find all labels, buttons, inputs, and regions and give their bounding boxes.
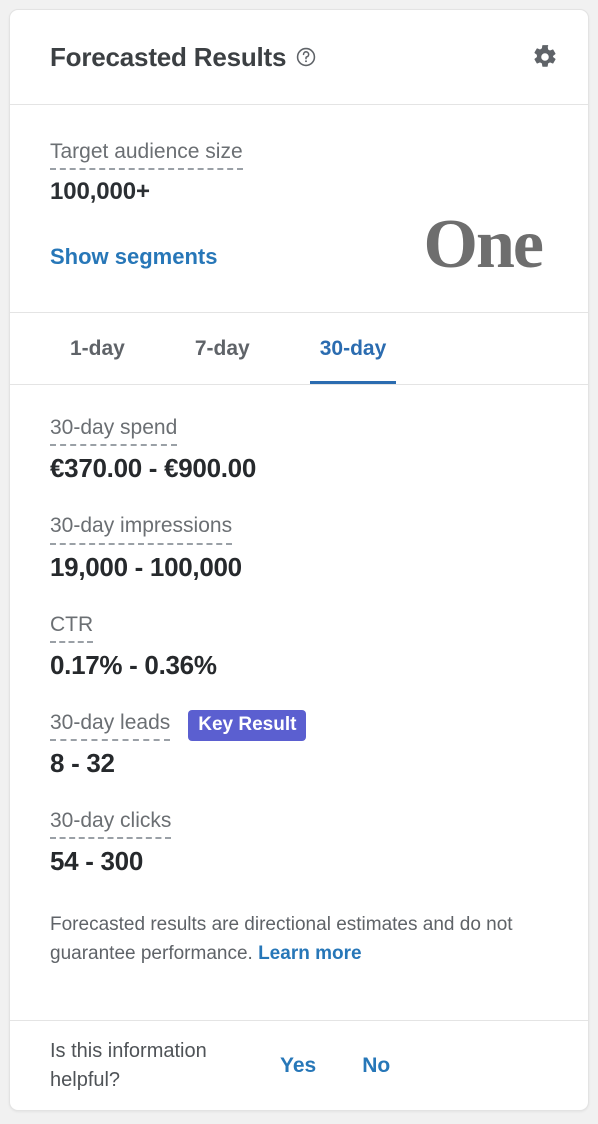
- header-title-group: Forecasted Results: [50, 42, 532, 73]
- metric-value-clicks: 54 - 300: [50, 846, 144, 877]
- metric-label-clicks[interactable]: 30-day clicks: [50, 808, 172, 840]
- metric-value-leads: 8 - 32: [50, 748, 115, 778]
- metric-label-impressions[interactable]: 30-day impressions: [50, 513, 233, 545]
- brand-logo: One: [423, 206, 544, 283]
- help-circle-icon[interactable]: [295, 46, 317, 68]
- metric-row-ctr: CTR 0.17% - 0.36%: [50, 612, 548, 681]
- metric-head: 30-day clicks: [50, 808, 548, 840]
- forecast-range-tabs: 1-day 7-day 30-day: [10, 313, 588, 385]
- metric-label-spend[interactable]: 30-day spend: [50, 415, 178, 447]
- disclaimer-text-block: Forecasted results are directional estim…: [10, 877, 588, 969]
- tab-30-day[interactable]: 30-day: [309, 313, 397, 384]
- audience-section: Target audience size 100,000+ Show segme…: [10, 105, 588, 313]
- tab-1-day[interactable]: 1-day: [60, 313, 135, 384]
- metric-row-clicks: 30-day clicks 54 - 300: [50, 808, 548, 877]
- metric-row-leads: 30-day leads Key Result 8 - 32: [50, 709, 548, 779]
- metric-value-impressions: 19,000 - 100,000: [50, 551, 242, 582]
- metric-label-leads[interactable]: 30-day leads: [50, 710, 171, 741]
- metric-head: 30-day spend: [50, 415, 548, 447]
- metric-value-ctr: 0.17% - 0.36%: [50, 649, 217, 680]
- feedback-actions: Yes No: [280, 1054, 390, 1078]
- card-header: Forecasted Results: [10, 10, 588, 105]
- forecasted-results-card: Forecasted Results Target audience size …: [9, 9, 589, 1111]
- feedback-no-button[interactable]: No: [362, 1054, 390, 1078]
- metrics-list: 30-day spend €370.00 - €900.00 30-day im…: [10, 385, 588, 877]
- metric-row-impressions: 30-day impressions 19,000 - 100,000: [50, 513, 548, 582]
- feedback-question: Is this information helpful?: [50, 1040, 207, 1091]
- metric-head: 30-day leads Key Result: [50, 709, 548, 741]
- tab-7-day[interactable]: 7-day: [185, 313, 260, 384]
- metric-head: 30-day impressions: [50, 513, 548, 545]
- metric-row-spend: 30-day spend €370.00 - €900.00: [50, 415, 548, 484]
- metric-head: CTR: [50, 612, 548, 643]
- gear-icon[interactable]: [532, 44, 558, 70]
- show-segments-link[interactable]: Show segments: [50, 244, 217, 270]
- metric-value-spend: €370.00 - €900.00: [50, 453, 256, 484]
- target-audience-size-value: 100,000+: [50, 178, 150, 206]
- target-audience-size-label[interactable]: Target audience size: [50, 139, 243, 171]
- feedback-footer: Is this information helpful? Yes No: [10, 1020, 588, 1110]
- feedback-yes-button[interactable]: Yes: [280, 1054, 316, 1078]
- status-badge-key-result: Key Result: [188, 709, 307, 741]
- metric-label-ctr[interactable]: CTR: [50, 612, 94, 643]
- learn-more-link[interactable]: Learn more: [258, 943, 361, 964]
- page-title: Forecasted Results: [50, 41, 287, 72]
